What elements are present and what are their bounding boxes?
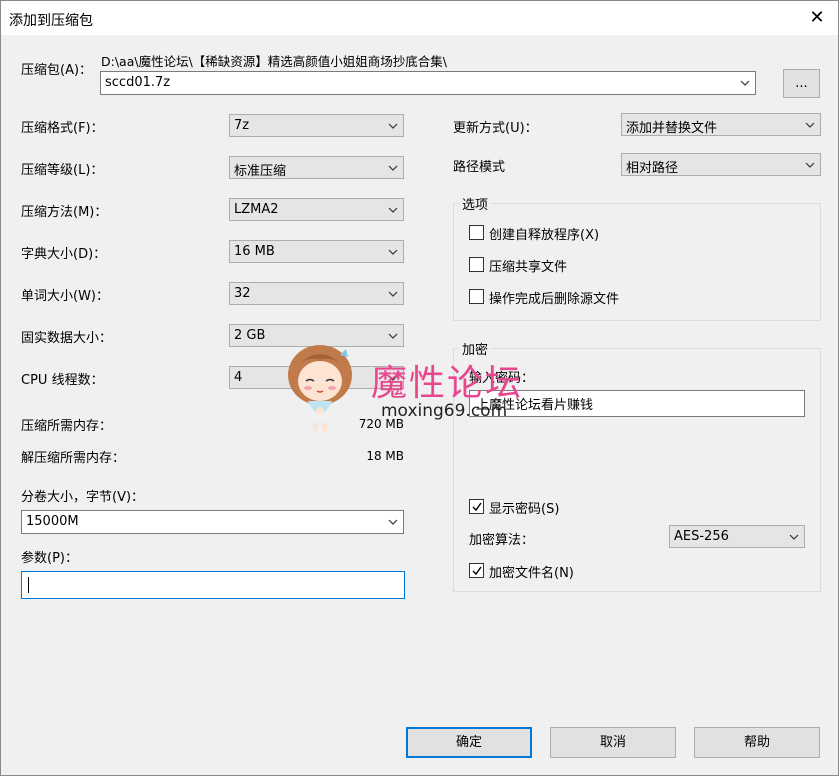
check-icon — [472, 502, 482, 512]
chevron-down-icon — [388, 207, 398, 213]
path-mode-value: 相对路径 — [626, 161, 679, 176]
chevron-down-icon — [740, 80, 750, 86]
chevron-down-icon — [388, 123, 398, 129]
format-label: 压缩格式(F)： — [21, 121, 104, 136]
chevron-down-icon — [388, 333, 398, 339]
archive-filename: sccd01.7z — [105, 75, 171, 90]
volume-label: 分卷大小，字节(V)： — [21, 490, 145, 505]
params-label: 参数(P)： — [21, 551, 78, 566]
algo-select[interactable]: AES-256 — [669, 525, 805, 548]
ok-button[interactable]: 确定 — [406, 727, 532, 758]
path-mode-select[interactable]: 相对路径 — [621, 153, 821, 176]
path-mode-label: 路径模式 — [453, 160, 506, 175]
solid-label: 固实数据大小： — [21, 331, 113, 346]
encrypt-names-checkbox[interactable] — [469, 563, 484, 578]
update-select[interactable]: 添加并替换文件 — [621, 113, 821, 136]
format-value: 7z — [234, 118, 250, 133]
add-to-archive-dialog: 添加到压缩包 ✕ 压缩包(A)： D:\aa\魔性论坛\【稀缺资源】精选高颜值小… — [0, 0, 839, 776]
algo-label: 加密算法： — [469, 533, 535, 548]
text-caret — [28, 577, 29, 593]
level-value: 标准压缩 — [234, 164, 287, 179]
watermark-url: moxing69.com — [381, 401, 508, 421]
chevron-down-icon — [805, 162, 815, 168]
chevron-down-icon — [388, 249, 398, 255]
encrypt-names-label: 加密文件名(N) — [489, 566, 574, 581]
mem-decompress-value: 18 MB — [366, 449, 404, 463]
format-select[interactable]: 7z — [229, 114, 404, 137]
chevron-down-icon — [388, 519, 398, 525]
cancel-button[interactable]: 取消 — [550, 727, 676, 758]
watermark-text: 魔性论坛 — [371, 363, 524, 404]
update-value: 添加并替换文件 — [626, 121, 718, 136]
params-input[interactable] — [21, 571, 405, 599]
dict-label: 字典大小(D)： — [21, 247, 107, 262]
chevron-down-icon — [388, 165, 398, 171]
volume-value: 15000M — [26, 514, 79, 529]
show-password-label: 显示密码(S) — [489, 502, 560, 517]
close-icon[interactable]: ✕ — [804, 5, 830, 31]
delete-checkbox[interactable] — [469, 289, 484, 304]
update-label: 更新方式(U)： — [453, 121, 538, 136]
chevron-down-icon — [789, 534, 799, 540]
dict-select[interactable]: 16 MB — [229, 240, 404, 263]
level-label: 压缩等级(L)： — [21, 163, 104, 178]
show-password-checkbox[interactable] — [469, 499, 484, 514]
volume-combo[interactable]: 15000M — [21, 510, 404, 534]
chevron-down-icon — [388, 291, 398, 297]
options-group-title: 选项 — [459, 194, 492, 213]
word-label: 单词大小(W)： — [21, 289, 109, 304]
word-value: 32 — [234, 286, 251, 301]
threads-label: CPU 线程数： — [21, 373, 104, 388]
shared-checkbox[interactable] — [469, 257, 484, 272]
algo-value: AES-256 — [674, 529, 729, 544]
shared-label: 压缩共享文件 — [489, 260, 568, 275]
method-value: LZMA2 — [234, 202, 279, 217]
window-title: 添加到压缩包 — [9, 13, 93, 29]
browse-button[interactable]: ... — [783, 69, 820, 98]
dict-value: 16 MB — [234, 244, 275, 259]
level-select[interactable]: 标准压缩 — [229, 156, 404, 179]
help-button[interactable]: 帮助 — [694, 727, 820, 758]
method-label: 压缩方法(M)： — [21, 205, 108, 220]
mem-decompress-label: 解压缩所需内存： — [21, 451, 126, 466]
sfx-label: 创建自释放程序(X) — [489, 228, 600, 243]
chevron-down-icon — [805, 122, 815, 128]
mascot-icon — [288, 345, 352, 431]
mem-compress-label: 压缩所需内存： — [21, 419, 113, 434]
check-icon — [472, 566, 482, 576]
title-bar[interactable]: 添加到压缩包 ✕ — [1, 1, 838, 35]
method-select[interactable]: LZMA2 — [229, 198, 404, 221]
threads-value: 4 — [234, 370, 243, 385]
archive-label: 压缩包(A)： — [21, 63, 93, 78]
archive-path: D:\aa\魔性论坛\【稀缺资源】精选高颜值小姐姐商场抄底合集\ — [101, 54, 448, 69]
archive-filename-combo[interactable]: sccd01.7z — [100, 71, 756, 95]
solid-value: 2 GB — [234, 328, 266, 343]
delete-label: 操作完成后删除源文件 — [489, 292, 620, 307]
word-select[interactable]: 32 — [229, 282, 404, 305]
sfx-checkbox[interactable] — [469, 225, 484, 240]
